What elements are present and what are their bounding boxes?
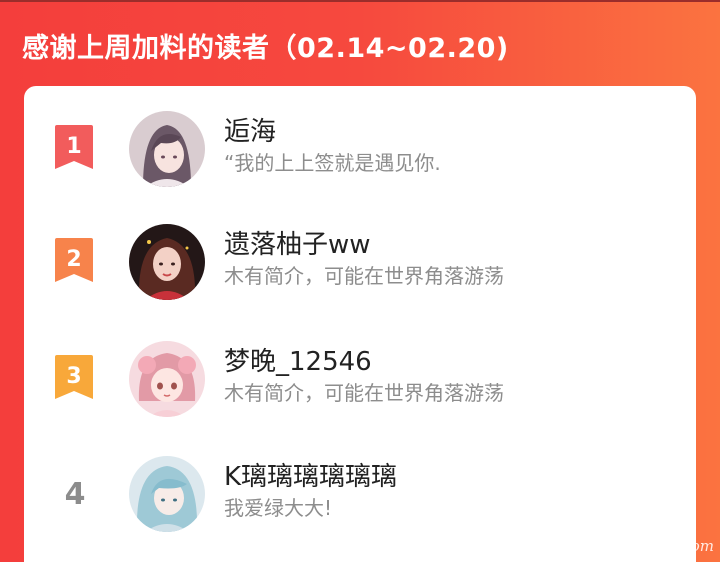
- rank-1-badge-icon: 1: [55, 125, 93, 169]
- reader-name: 梦晚_12546: [224, 347, 372, 377]
- avatar[interactable]: [129, 341, 205, 417]
- avatar[interactable]: [129, 111, 205, 187]
- reader-bio: “我的上上签就是遇见你.: [224, 151, 441, 175]
- page-title: 感谢上周加料的读者（02.14~02.20): [22, 33, 509, 64]
- rank-number: 1: [66, 134, 81, 159]
- rank-number: 3: [66, 364, 81, 389]
- list-item[interactable]: 1 逅海 “我的上上签就是遇见你.: [24, 86, 696, 187]
- reader-name: 遗落柚子ww: [224, 230, 371, 260]
- list-item[interactable]: 3 梦晚_12546 木有简介，可能在世界角落游荡: [24, 316, 696, 417]
- reader-name: 逅海: [224, 117, 277, 147]
- rank-number: 2: [66, 247, 81, 272]
- list-item[interactable]: 4 K璃璃璃璃璃璃 我爱绿大大!: [24, 431, 696, 532]
- reader-bio: 木有简介，可能在世界角落游荡: [224, 381, 504, 405]
- reader-list: 1 逅海 “我的上上签就是遇见你. 2 遗落柚子ww 木有简介，可能在世界角落游…: [24, 86, 696, 562]
- weekly-readers-panel: 感谢上周加料的读者（02.14~02.20) 1 逅海 “我的上上签就是遇见你.…: [0, 0, 720, 562]
- watermark: 嗨皮漫画hipmh.com: [569, 537, 714, 555]
- reader-bio: 我爱绿大大!: [224, 496, 333, 520]
- list-item[interactable]: 2 遗落柚子ww 木有简介，可能在世界角落游荡: [24, 199, 696, 300]
- avatar[interactable]: [129, 224, 205, 300]
- reader-name: K璃璃璃璃璃璃: [224, 462, 398, 492]
- avatar[interactable]: [129, 456, 205, 532]
- rank-2-badge-icon: 2: [55, 238, 93, 282]
- top-border: [0, 0, 720, 2]
- rank-3-badge-icon: 3: [55, 355, 93, 399]
- reader-bio: 木有简介，可能在世界角落游荡: [224, 264, 504, 288]
- rank-number: 4: [64, 477, 86, 512]
